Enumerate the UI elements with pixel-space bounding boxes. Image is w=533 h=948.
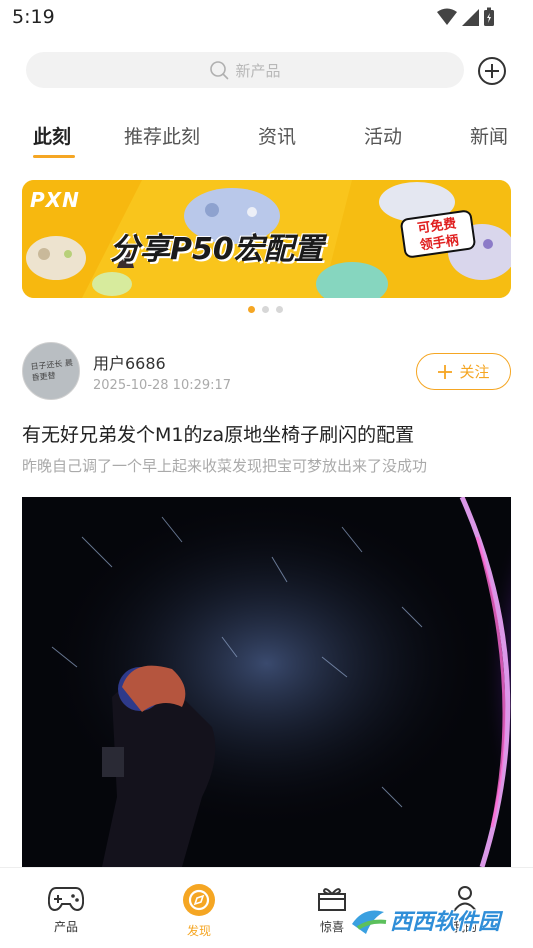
status-bar: 5:19: [0, 0, 533, 36]
pager-dot[interactable]: [276, 306, 283, 313]
gift-icon: [318, 888, 346, 911]
tab-recommended-moment[interactable]: 推荐此刻: [124, 122, 200, 149]
add-icon[interactable]: [477, 56, 507, 86]
promo-banner[interactable]: PXN 分享P50宏配置 可免费 领手柄: [22, 180, 511, 298]
tab-moment[interactable]: 此刻: [33, 122, 71, 149]
banner-headline: 分享P50宏配置: [110, 232, 324, 267]
post-image-artwork: [22, 497, 511, 867]
tab-news-info[interactable]: 资讯: [258, 122, 296, 149]
tab-bar: 此刻 推荐此刻 资讯 活动 新闻: [0, 122, 533, 162]
post-summary[interactable]: 昨晚自己调了一个早上起来收菜发现把宝可梦放出来了没成功: [22, 455, 511, 476]
banner-brand-logo: PXN: [30, 188, 80, 212]
status-time: 5:19: [12, 6, 55, 28]
follow-button[interactable]: 关注: [416, 353, 511, 390]
post-image[interactable]: [22, 497, 511, 867]
search-icon: [210, 61, 229, 80]
compass-icon: [183, 884, 215, 916]
banner-pager: [248, 306, 283, 313]
tab-events[interactable]: 活动: [364, 122, 402, 149]
avatar-handwriting: 日子还长 晨昏更替: [30, 358, 74, 383]
tab-active-indicator: [33, 155, 75, 158]
nav-item-products[interactable]: 产品: [31, 884, 101, 935]
watermark-text: 西西软件园: [390, 910, 501, 935]
battery-icon: [484, 7, 494, 26]
tab-news[interactable]: 新闻: [470, 122, 508, 149]
plus-icon: [438, 364, 453, 379]
watermark-logo-icon: [350, 902, 387, 938]
nav-label: 产品: [53, 920, 78, 934]
search-placeholder: 新产品: [235, 61, 281, 80]
follow-label: 关注: [459, 363, 490, 381]
signal-icon: [462, 9, 479, 26]
gamepad-icon: [47, 887, 85, 912]
site-watermark: 西西软件园: [344, 896, 516, 944]
search-input[interactable]: 新产品: [26, 52, 464, 88]
nav-label: 发现: [186, 924, 211, 938]
pager-dot[interactable]: [262, 306, 269, 313]
nav-item-discover[interactable]: 发现: [164, 884, 234, 939]
post-timestamp: 2025-10-28 10:29:17: [93, 378, 232, 393]
post-title[interactable]: 有无好兄弟发个M1的za原地坐椅子刷闪的配置: [22, 420, 511, 447]
post-header: 日子还长 晨昏更替 用户6686 2025-10-28 10:29:17 关注: [22, 342, 511, 402]
pager-dot[interactable]: [248, 306, 255, 313]
username[interactable]: 用户6686: [93, 350, 166, 374]
search-row: 新产品: [26, 52, 507, 88]
status-icons: [437, 7, 495, 27]
wifi-icon: [437, 8, 457, 25]
avatar[interactable]: 日子还长 晨昏更替: [22, 342, 80, 400]
